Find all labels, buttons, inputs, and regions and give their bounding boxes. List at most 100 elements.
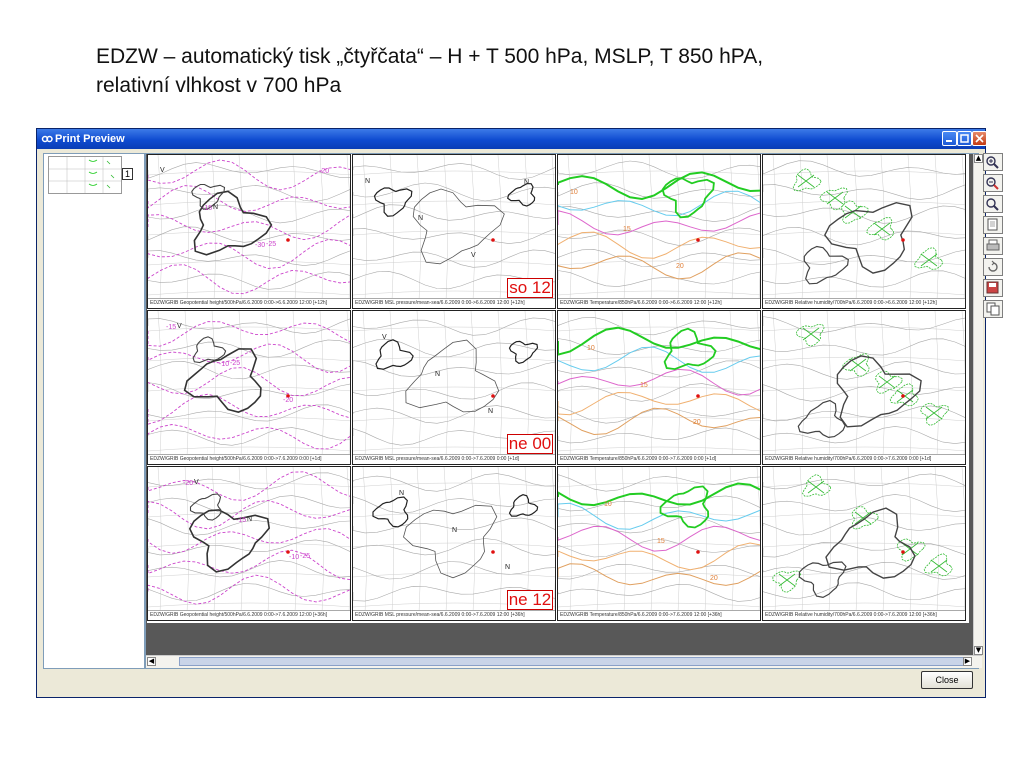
- map-caption: EDZW/GRIB MSL pressure/mean-sea/6.6.2009…: [353, 610, 555, 620]
- map-contour-label: V: [194, 479, 199, 486]
- map-caption: EDZW/GRIB MSL pressure/mean-sea/6.6.2009…: [353, 454, 555, 464]
- window-titlebar[interactable]: Print Preview: [37, 129, 987, 149]
- slide-title: EDZW – automatický tisk „čtyřčata“ – H +…: [96, 42, 956, 100]
- map-contour-label: 20: [693, 419, 701, 426]
- map-contour-label: N: [247, 516, 253, 523]
- temperature-map-panel: 10 15 20 EDZW/GRIB Temperature/850hPa/6.6.2…: [557, 310, 761, 465]
- map-contour-label: 15: [640, 382, 648, 389]
- geopotential-map-panel: V N -25 -20 -15 -30 EDZW/GRIB Geopotential hei…: [147, 154, 351, 309]
- map-contour-label: V: [177, 323, 182, 330]
- humidity-map-icon: [763, 311, 965, 458]
- map-contour-label: -20: [283, 397, 294, 404]
- page-thumbnail[interactable]: [48, 156, 122, 194]
- map-contour-label: N: [452, 527, 458, 534]
- map-caption: EDZW/GRIB Relative humidity/700hPa/6.6.2…: [763, 454, 965, 464]
- zoom-in-button[interactable]: [983, 153, 1003, 171]
- zoom-out-button[interactable]: [983, 174, 1003, 192]
- map-contour-label: 15: [657, 538, 665, 545]
- map-contour-label: -15: [236, 517, 247, 524]
- msl-map-panel: N N N EDZW/GRIB MSL pressure/mean-sea/6.6.2…: [352, 466, 556, 621]
- map-contour-label: N: [213, 204, 219, 211]
- map-contour-label: N: [524, 179, 530, 186]
- zoom-fit-button[interactable]: [983, 195, 1003, 213]
- map-contour-label: N: [435, 371, 441, 378]
- map-contour-label: N: [418, 215, 424, 222]
- map-contour-label: N: [365, 178, 371, 185]
- map-contour-label: 20: [710, 575, 718, 582]
- preview-area: V N -25 -20 -15 -30 EDZW/GRIB Geopotential hei…: [145, 153, 983, 669]
- map-contour-label: 15: [623, 226, 631, 233]
- window-client-area: 1 V N -25 -20 -15 -30 EDZW/GRIB Geopotential h…: [41, 151, 1003, 693]
- map-contour-label: N: [488, 408, 494, 415]
- map-contour-label: -15: [202, 205, 213, 212]
- temperature-map-panel: 10 15 20 EDZW/GRIB Temperature/850hPa/6.6.2…: [557, 466, 761, 621]
- map-contour-label: V: [471, 252, 476, 259]
- minimize-icon: [946, 140, 952, 142]
- map-caption: EDZW/GRIB Geopotential height/500hPa/6.6…: [148, 298, 350, 308]
- preview-toolbar: [983, 153, 1009, 318]
- map-contour-label: -30: [255, 242, 266, 249]
- close-button[interactable]: Close: [921, 671, 973, 689]
- map-caption: EDZW/GRIB Geopotential height/500hPa/6.6…: [148, 610, 350, 620]
- page-view-button[interactable]: [983, 216, 1003, 234]
- geopotential-map-panel: V -25 -20 -15 -10 EDZW/GRIB Geopotential heig…: [147, 310, 351, 465]
- maximize-button[interactable]: [957, 131, 972, 146]
- geopotential-map-icon: [148, 155, 350, 302]
- map-contour-label: -10: [289, 554, 300, 561]
- print-preview-window: Print Preview 1 V N -25 -20 -15 -30 EDZW…: [36, 128, 1003, 698]
- copy-icon: [986, 302, 1000, 316]
- map-contour-label: V: [382, 334, 387, 341]
- msl-map-panel: V N N EDZW/GRIB MSL pressure/mean-sea/6.6.2…: [352, 310, 556, 465]
- page-icon: [987, 218, 998, 231]
- humidity-map-panel: EDZW/GRIB Relative humidity/700hPa/6.6.2…: [762, 466, 966, 621]
- print-icon: [986, 239, 1000, 251]
- vertical-scrollbar[interactable]: ▲ ▼: [973, 154, 983, 655]
- map-contour-label: 10: [570, 189, 578, 196]
- map-caption: EDZW/GRIB Temperature/850hPa/6.6.2009 0:…: [558, 454, 760, 464]
- save-icon: [986, 281, 999, 294]
- map-contour-label: -25: [230, 360, 241, 367]
- copy-button[interactable]: [983, 300, 1003, 318]
- thumbnail-preview-icon: [49, 157, 121, 193]
- window-title: Print Preview: [55, 133, 125, 145]
- scroll-down-arrow-icon[interactable]: ▼: [974, 646, 983, 655]
- map-contour-label: -15: [166, 324, 177, 331]
- map-contour-label: V: [160, 167, 165, 174]
- thumbnail-pane: 1: [43, 153, 145, 669]
- maximize-icon: [960, 134, 969, 143]
- geopotential-map-icon: [148, 311, 350, 458]
- map-caption: EDZW/GRIB Relative humidity/700hPa/6.6.2…: [763, 298, 965, 308]
- temperature-map-icon: [558, 311, 760, 458]
- map-contour-label: -10: [219, 361, 230, 368]
- map-contour-label: 20: [676, 263, 684, 270]
- refresh-icon: [988, 260, 998, 272]
- forecast-time-stamp: ne 12: [507, 590, 553, 610]
- thumbnail-page-number: 1: [122, 168, 134, 180]
- minimize-button[interactable]: [942, 131, 957, 146]
- window-close-button[interactable]: [972, 131, 987, 146]
- geopotential-map-icon: [148, 467, 350, 614]
- humidity-map-panel: EDZW/GRIB Relative humidity/700hPa/6.6.2…: [762, 310, 966, 465]
- humidity-map-panel: EDZW/GRIB Relative humidity/700hPa/6.6.2…: [762, 154, 966, 309]
- temperature-map-panel: 10 15 20 EDZW/GRIB Temperature/850hPa/6.6.2…: [557, 154, 761, 309]
- map-contour-label: N: [399, 490, 405, 497]
- map-contour-label: -25: [300, 553, 311, 560]
- map-contour-label: N: [505, 564, 511, 571]
- zoom-in-icon: [986, 156, 999, 169]
- map-caption: EDZW/GRIB Temperature/850hPa/6.6.2009 0:…: [558, 298, 760, 308]
- map-contour-label: 10: [587, 345, 595, 352]
- print-button[interactable]: [983, 237, 1003, 255]
- map-contour-label: -20: [319, 168, 330, 175]
- scroll-up-arrow-icon[interactable]: ▲: [974, 154, 983, 163]
- geopotential-map-panel: V N -25 -20 -15 -10 EDZW/GRIB Geopotential hei…: [147, 466, 351, 621]
- preview-page: V N -25 -20 -15 -30 EDZW/GRIB Geopotential hei…: [147, 154, 969, 623]
- zoom-out-icon: [986, 177, 999, 190]
- close-icon: [975, 134, 984, 143]
- map-caption: EDZW/GRIB Geopotential height/500hPa/6.6…: [148, 454, 350, 464]
- map-contour-label: -20: [183, 480, 194, 487]
- humidity-map-icon: [763, 467, 965, 614]
- map-contour-label: 10: [604, 501, 612, 508]
- refresh-button[interactable]: [983, 258, 1003, 276]
- save-button[interactable]: [983, 279, 1003, 297]
- msl-map-panel: N N V N EDZW/GRIB MSL pressure/mean-sea/6.6.…: [352, 154, 556, 309]
